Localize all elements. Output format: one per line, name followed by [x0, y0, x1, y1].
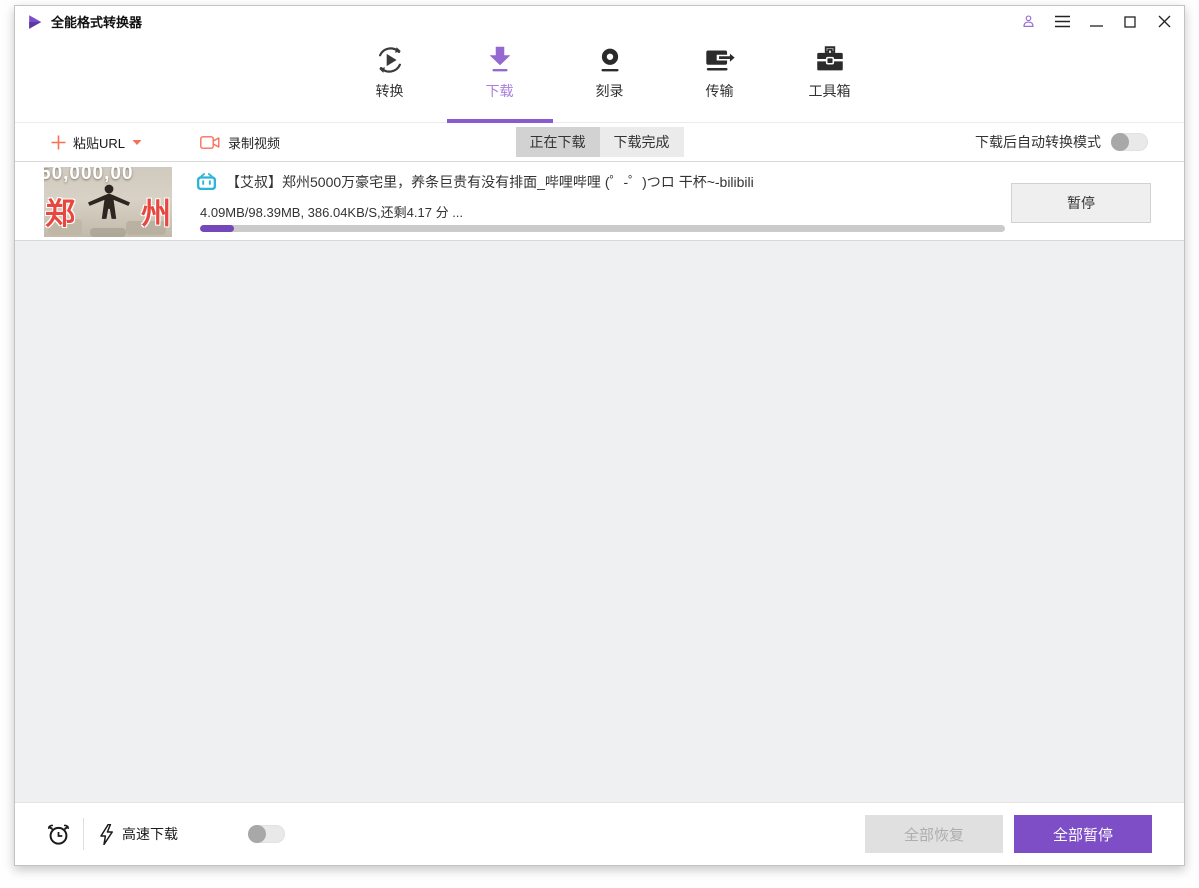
- tab-burn[interactable]: 刻录: [571, 37, 649, 122]
- tab-burn-label: 刻录: [595, 83, 624, 99]
- close-button[interactable]: [1156, 14, 1172, 30]
- tab-download-complete[interactable]: 下载完成: [599, 127, 684, 157]
- paste-url-button[interactable]: 粘贴URL: [51, 133, 142, 152]
- high-speed-toggle[interactable]: [248, 825, 285, 843]
- thumbnail-char-left: 郑: [45, 198, 75, 231]
- pause-all-button[interactable]: 全部暂停: [1014, 815, 1152, 853]
- tab-toolbox[interactable]: 工具箱: [791, 37, 869, 122]
- tab-download-label: 下载: [485, 83, 514, 99]
- progress-bar-fill: [200, 225, 234, 232]
- paste-url-label: 粘贴URL: [73, 135, 126, 151]
- resume-all-button[interactable]: 全部恢复: [865, 815, 1003, 853]
- pause-button[interactable]: 暂停: [1011, 183, 1151, 223]
- high-speed-download-label: 高速下载: [122, 826, 178, 842]
- toolbox-icon: [812, 42, 848, 78]
- tab-download[interactable]: 下载: [446, 37, 553, 123]
- download-item-row[interactable]: 50,000,00 郑 州 【艾叔】郑州5000万豪宅里，养条巨贵有没有排面_哔…: [15, 161, 1184, 241]
- plus-icon: [51, 135, 66, 149]
- thumbnail-decor: [90, 228, 126, 237]
- download-icon: [482, 42, 518, 78]
- camera-icon: [200, 135, 220, 149]
- thumbnail-char-right: 州: [141, 198, 171, 231]
- download-state-tabs: 正在下载 下载完成: [515, 127, 684, 157]
- minimize-button[interactable]: [1088, 14, 1104, 30]
- download-item-title: 【艾叔】郑州5000万豪宅里，养条巨贵有没有排面_哔哩哔哩 (゜-゜)つロ 干杯…: [226, 174, 754, 190]
- download-progress-text: 4.09MB/98.39MB, 386.04KB/S,还剩4.17 分 ...: [200, 205, 464, 220]
- schedule-clock-icon[interactable]: [45, 821, 71, 847]
- tab-transfer[interactable]: 传输: [681, 37, 759, 122]
- auto-convert-toggle[interactable]: [1111, 133, 1148, 151]
- footer-bar: 高速下载 全部恢复 全部暂停: [15, 802, 1184, 865]
- titlebar: 全能格式转换器: [15, 6, 1184, 37]
- transfer-icon: [702, 42, 738, 78]
- tab-downloading[interactable]: 正在下载: [515, 127, 600, 157]
- maximize-button[interactable]: [1122, 14, 1138, 30]
- lightning-icon: [100, 823, 113, 845]
- app-window: 全能格式转换器 转换 下载 刻录 传输 工具箱 粘贴URL 录制视频 正在下载 …: [14, 5, 1185, 866]
- person-silhouette: [88, 184, 130, 219]
- tab-transfer-label: 传输: [705, 83, 734, 99]
- burn-icon: [592, 42, 628, 78]
- record-video-label: 录制视频: [228, 135, 281, 151]
- toggle-knob: [248, 825, 266, 843]
- app-logo-icon: [29, 14, 42, 29]
- bilibili-icon: [197, 173, 216, 191]
- video-thumbnail: 50,000,00 郑 州: [44, 167, 172, 237]
- menu-icon[interactable]: [1054, 14, 1070, 30]
- footer-divider: [83, 818, 84, 850]
- record-video-button[interactable]: 录制视频: [200, 133, 280, 152]
- main-nav: 转换 下载 刻录 传输 工具箱: [15, 37, 1184, 123]
- download-list-empty-area: [15, 241, 1184, 802]
- progress-bar: [200, 225, 1005, 232]
- app-title: 全能格式转换器: [51, 15, 143, 30]
- thumbnail-money-text: 50,000,00: [44, 167, 134, 184]
- download-toolbar: 粘贴URL 录制视频 正在下载 下载完成 下载后自动转换模式: [15, 123, 1184, 161]
- tab-convert-label: 转换: [375, 83, 404, 99]
- chevron-down-icon[interactable]: [132, 139, 142, 146]
- tab-convert[interactable]: 转换: [351, 37, 429, 122]
- tab-toolbox-label: 工具箱: [808, 83, 851, 99]
- user-account-icon[interactable]: [1020, 14, 1036, 30]
- toggle-knob: [1111, 133, 1129, 151]
- convert-icon: [372, 42, 408, 78]
- auto-convert-label: 下载后自动转换模式: [975, 134, 1101, 150]
